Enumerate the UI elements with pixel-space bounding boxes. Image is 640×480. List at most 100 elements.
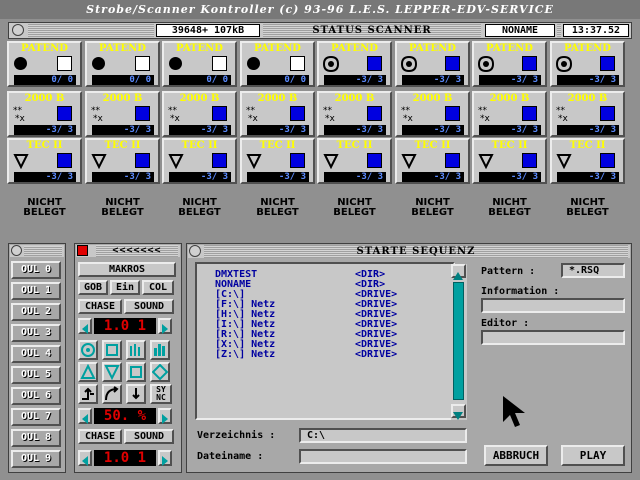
scanner-cell[interactable]: PATEND 0/ 0: [85, 41, 160, 87]
step-right-button-1[interactable]: [158, 318, 172, 334]
scanner-cell[interactable]: 2000 B ** *x -3/ 3: [550, 91, 625, 137]
clock: 13:37.52: [563, 24, 629, 37]
pattern-circle-button[interactable]: [78, 340, 98, 360]
chase-button[interactable]: CHASE: [78, 299, 122, 314]
oul-button[interactable]: OUL 4: [11, 345, 61, 363]
scanner-cell[interactable]: TEC II -3/ 3: [162, 138, 237, 184]
scroll-thumb[interactable]: [453, 282, 464, 400]
oul-button[interactable]: OUL 3: [11, 324, 61, 342]
dialog-header: STARTE SEQUENZ: [188, 245, 630, 258]
pattern-bars-button[interactable]: [126, 340, 146, 360]
scanner-cell[interactable]: TEC II -3/ 3: [240, 138, 315, 184]
file-list[interactable]: DMXTEST <DIR> NONAME <DIR> [C:\] <DRIVE> [F:\]…: [195, 262, 455, 420]
scanner-cell[interactable]: 2000 B ** *x -3/ 3: [85, 91, 160, 137]
oul-button[interactable]: OUL 8: [11, 429, 61, 447]
scanner-cell[interactable]: 2000 B ** *x -3/ 3: [240, 91, 315, 137]
dialog-title: STARTE SEQUENZ: [204, 245, 628, 258]
makros-panel: <<<<<<< MAKROS GOB Ein COL CHASE SOUND 1…: [74, 243, 182, 473]
makros-scroll-arrows[interactable]: <<<<<<<: [96, 245, 178, 257]
color-swatch: [522, 56, 537, 71]
sync-button[interactable]: SY NC: [150, 384, 172, 404]
col-button[interactable]: COL: [142, 280, 174, 295]
step-left-button-3[interactable]: [78, 450, 92, 466]
scanner-cell[interactable]: TEC II -3/ 3: [395, 138, 470, 184]
oul-button[interactable]: OUL 5: [11, 366, 61, 384]
sound-button[interactable]: SOUND: [124, 299, 174, 314]
scanner-cell[interactable]: 2000 B ** *x -3/ 3: [162, 91, 237, 137]
oul-button[interactable]: OUL 6: [11, 387, 61, 405]
scanner-cell-label: TEC II: [181, 140, 218, 151]
pattern-curve-button[interactable]: [102, 384, 122, 404]
scanner-cell[interactable]: PATEND -3/ 3: [395, 41, 470, 87]
scanner-cell[interactable]: PATEND -3/ 3: [550, 41, 625, 87]
editor-label: Editor :: [481, 318, 530, 329]
chase-button-2[interactable]: CHASE: [78, 429, 122, 444]
makros-close-button[interactable]: [77, 245, 88, 256]
oul-button[interactable]: OUL 7: [11, 408, 61, 426]
scanner-cell[interactable]: PATEND 0/ 0: [7, 41, 82, 87]
abbruch-button[interactable]: ABBRUCH: [484, 445, 548, 466]
pattern-down-arrow-button[interactable]: [126, 384, 146, 404]
scanner-cell[interactable]: PATEND 0/ 0: [240, 41, 315, 87]
information-field: [481, 298, 625, 313]
file-scrollbar[interactable]: [451, 264, 467, 420]
scanner-cell[interactable]: TEC II -3/ 3: [85, 138, 160, 184]
scanner-cell[interactable]: PATEND 0/ 0: [162, 41, 237, 87]
svg-text:*x: *x: [15, 114, 26, 123]
scroll-up-button[interactable]: [451, 264, 466, 280]
scanner-cell[interactable]: PATEND -3/ 3: [317, 41, 392, 87]
pattern-box-button[interactable]: [126, 362, 146, 382]
scanner-cell-value: -3/ 3: [557, 75, 619, 85]
pattern-field[interactable]: *.RSQ: [561, 263, 625, 278]
scanner-cell[interactable]: 2000 B ** *x -3/ 3: [472, 91, 547, 137]
triangle-gobo-icon: [556, 154, 572, 169]
pattern-square-button[interactable]: [102, 340, 122, 360]
step-right-button-3[interactable]: [158, 450, 172, 466]
sound-button-2[interactable]: SOUND: [124, 429, 174, 444]
scanner-cell-value: -3/ 3: [324, 125, 386, 135]
scanner-cell[interactable]: TEC II -3/ 3: [317, 138, 392, 184]
scanner-cell[interactable]: TEC II -3/ 3: [472, 138, 547, 184]
scanner-cell[interactable]: 2000 B ** *x -3/ 3: [395, 91, 470, 137]
triangle-gobo-icon: [246, 154, 262, 169]
file-list-item[interactable]: NONAME <DIR>: [215, 280, 451, 290]
play-button[interactable]: PLAY: [561, 445, 625, 466]
scanner-cell-value: -3/ 3: [14, 125, 76, 135]
dialog-close-button[interactable]: [189, 245, 201, 257]
scanner-cell[interactable]: 2000 B ** *x -3/ 3: [7, 91, 82, 137]
gobo-dot-icon: [247, 57, 260, 70]
pattern-jump-button[interactable]: [78, 384, 98, 404]
scanner-cell-value: -3/ 3: [247, 172, 309, 182]
step-right-button-2[interactable]: [158, 408, 172, 424]
belegt-label: BELEGT: [411, 207, 454, 218]
scanner-cell[interactable]: TEC II -3/ 3: [7, 138, 82, 184]
pattern-down-button[interactable]: [102, 362, 122, 382]
step-left-button-2[interactable]: [78, 408, 92, 424]
scanner-cell[interactable]: TEC II -3/ 3: [550, 138, 625, 184]
step-left-button-1[interactable]: [78, 318, 92, 334]
stars-gobo-icon: ***x: [13, 106, 26, 123]
pattern-diamond-button[interactable]: [150, 362, 170, 382]
oul-button[interactable]: OUL 2: [11, 303, 61, 321]
gob-button[interactable]: GOB: [78, 280, 108, 295]
oul-close-button[interactable]: [11, 245, 22, 256]
ein-button[interactable]: Ein: [110, 280, 140, 295]
color-swatch: [290, 153, 305, 168]
oul-header-stripe: [24, 246, 62, 256]
filename-field[interactable]: [299, 449, 467, 464]
triangle-gobo-icon: [478, 154, 494, 169]
scanner-cell[interactable]: PATEND -3/ 3: [472, 41, 547, 87]
oul-button[interactable]: OUL 1: [11, 282, 61, 300]
oul-button[interactable]: OUL 9: [11, 450, 61, 468]
oul-button[interactable]: OUL 0: [11, 261, 61, 279]
directory-field[interactable]: C:\: [299, 428, 467, 443]
scanner-cell[interactable]: 2000 B ** *x -3/ 3: [317, 91, 392, 137]
makros-title-button[interactable]: MAKROS: [78, 262, 176, 277]
status-close-button[interactable]: [12, 24, 24, 36]
scroll-down-button[interactable]: [451, 404, 466, 420]
color-swatch: [57, 56, 72, 71]
file-list-item[interactable]: [Z:\] Netz <DRIVE>: [215, 350, 451, 360]
color-swatch: [600, 153, 615, 168]
pattern-up-button[interactable]: [78, 362, 98, 382]
pattern-histogram-button[interactable]: [150, 340, 170, 360]
